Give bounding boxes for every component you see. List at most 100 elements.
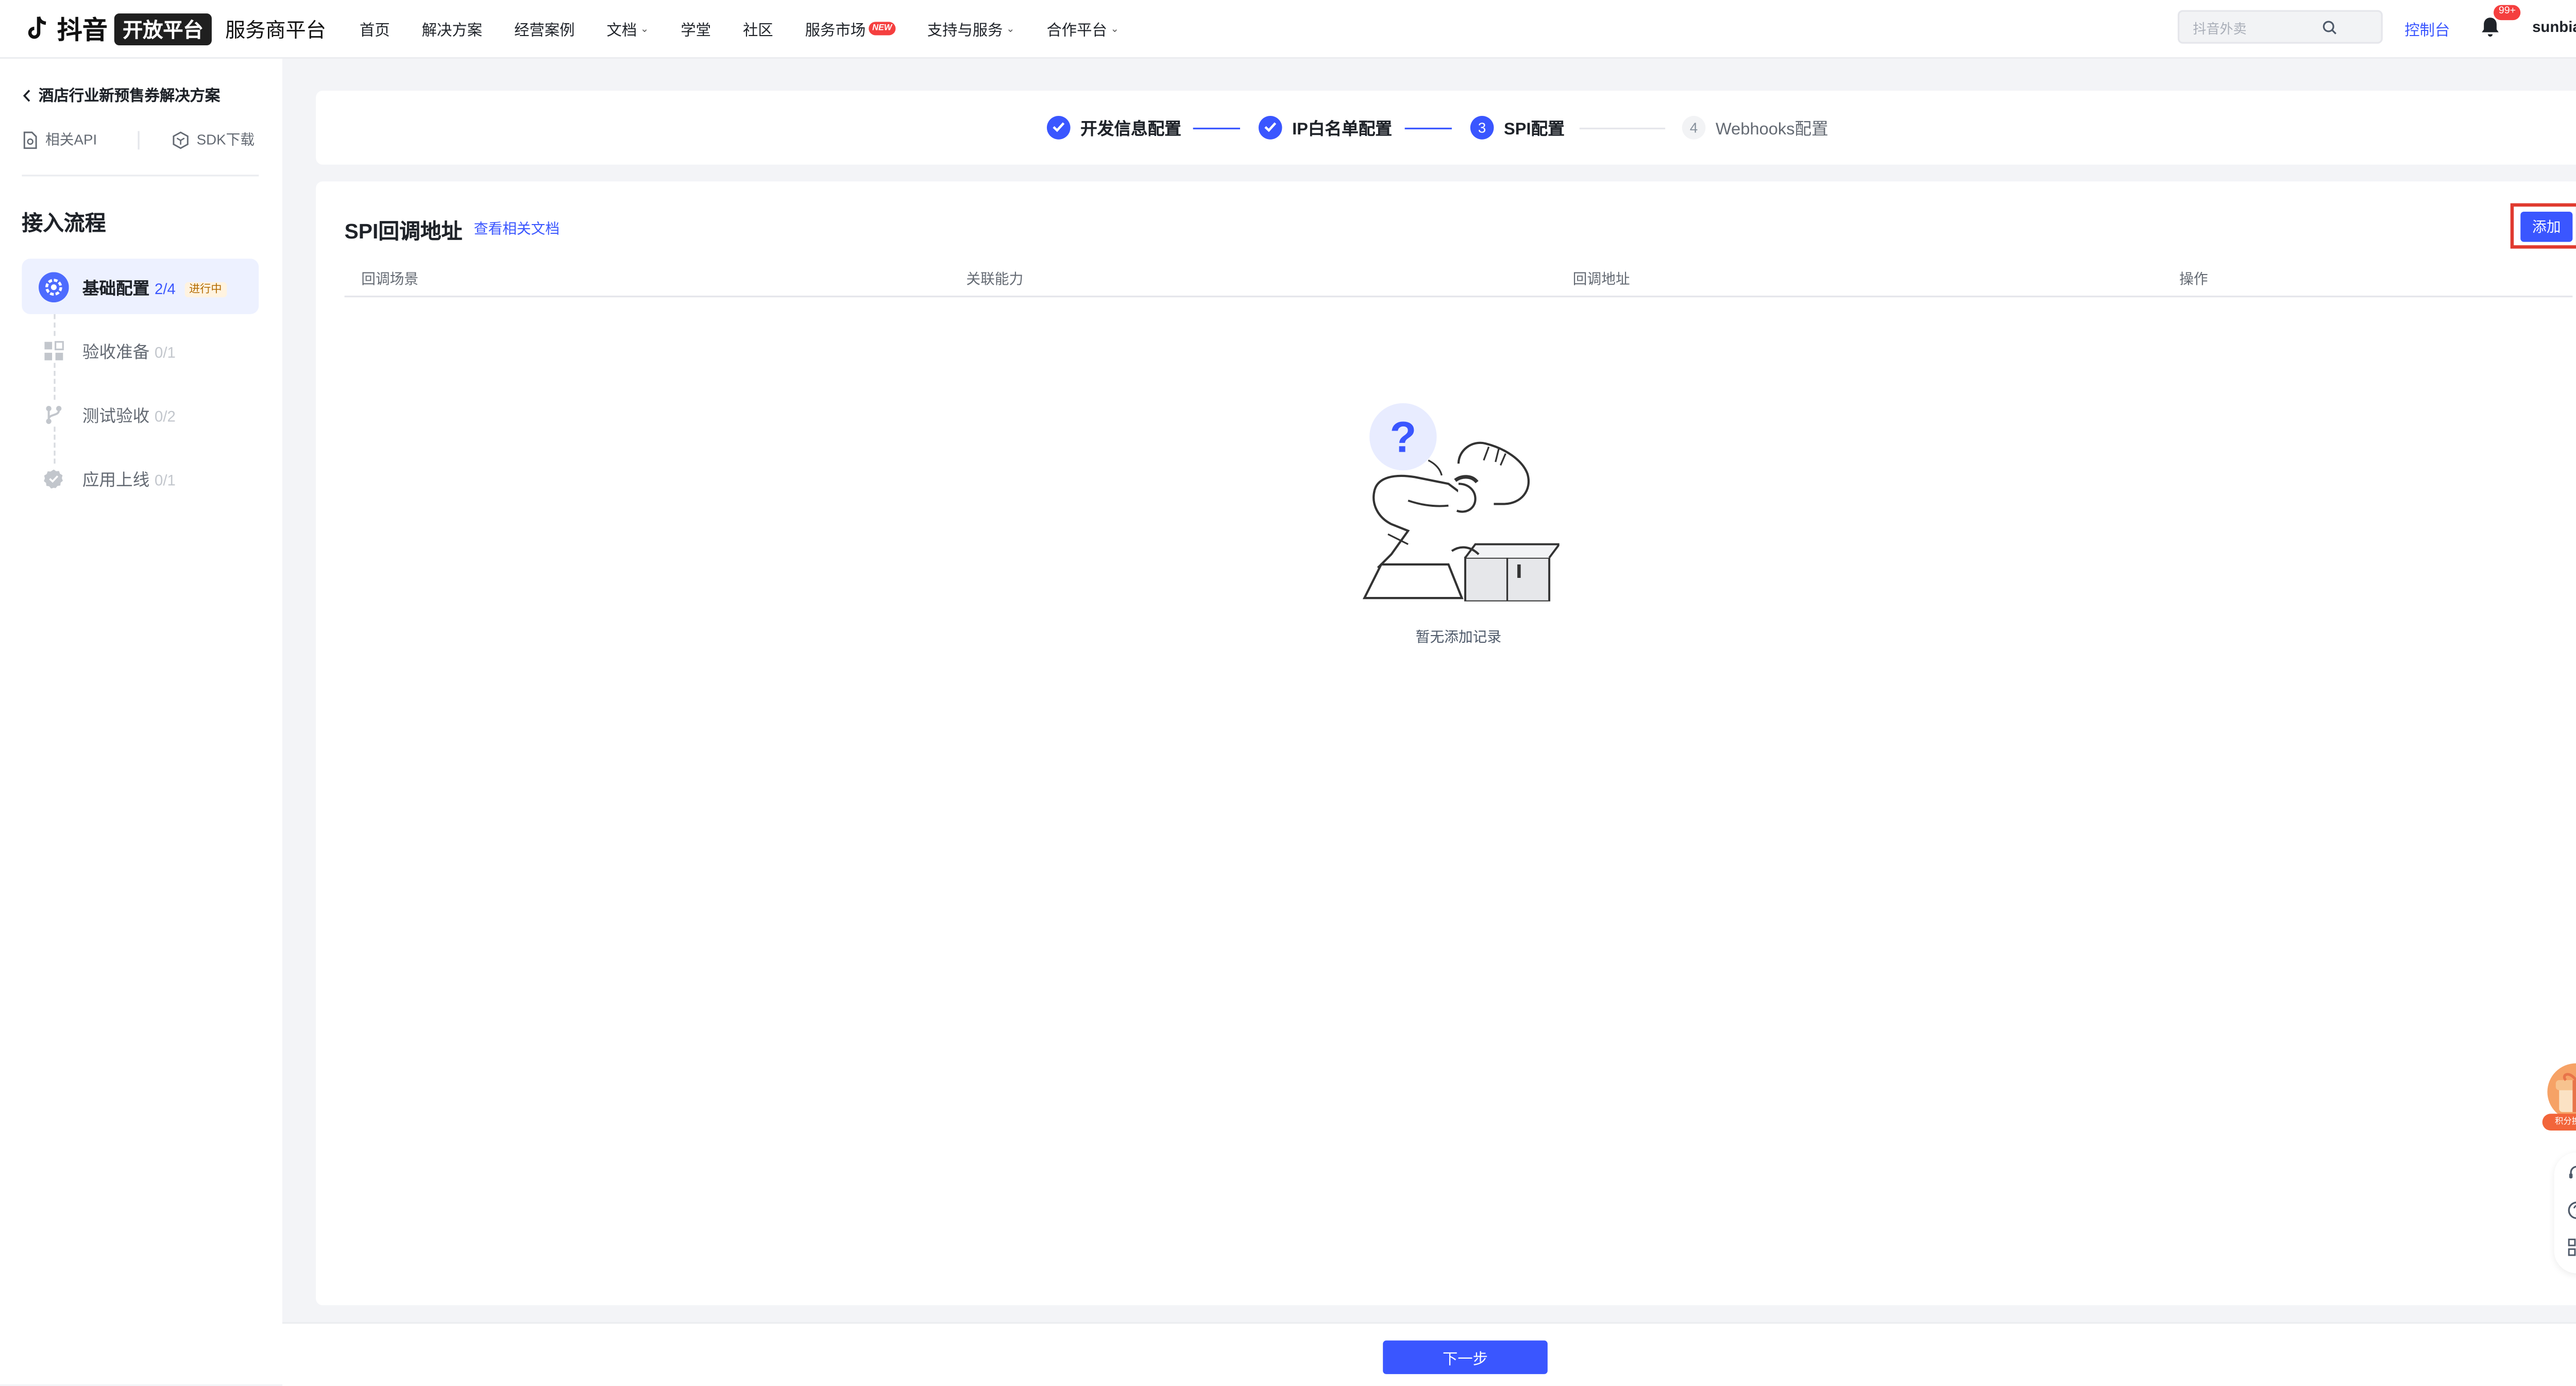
new-badge: NEW <box>869 22 895 35</box>
gift-label[interactable]: 积分换礼品 <box>2543 1114 2576 1131</box>
cube-icon <box>172 130 190 149</box>
divider <box>22 175 259 176</box>
nav-item-home[interactable]: 首页 <box>360 18 390 39</box>
logo-text: 抖音 <box>57 11 108 46</box>
flow-step-name: 基础配置 <box>82 281 149 299</box>
nav-item-solutions[interactable]: 解决方案 <box>422 18 482 39</box>
column-header: 回调地址 <box>1573 269 1630 289</box>
flow-step-count: 2/4 <box>155 281 176 298</box>
help-icon[interactable] <box>2568 1201 2576 1220</box>
flow-step-name: 测试验收 <box>82 408 149 427</box>
nav-label: 支持与服务 <box>927 18 1003 39</box>
wizard-step-spi[interactable]: 3 SPI配置 <box>1470 114 1565 140</box>
user-menu[interactable]: sunbian1... <box>2532 19 2576 36</box>
nav-item-academy[interactable]: 学堂 <box>681 18 711 39</box>
nav-label: 文档 <box>607 18 637 39</box>
add-button[interactable]: 添加 <box>2520 212 2572 242</box>
flow-step-count: 0/1 <box>155 345 176 362</box>
douyin-logo-icon <box>27 15 50 42</box>
check-icon <box>1047 115 1071 139</box>
wizard-step-ip-whitelist[interactable]: IP白名单配置 <box>1259 114 1392 140</box>
empty-state-illustration: ? <box>1358 397 1559 602</box>
grid-icon <box>39 335 69 366</box>
wizard-connector <box>1405 128 1452 129</box>
wizard-step-dev-info[interactable]: 开发信息配置 <box>1047 114 1181 140</box>
flow-step-label: 基础配置2/4进行中 <box>82 274 227 299</box>
footer-bar: 下一步 <box>282 1322 2576 1386</box>
flow-step-label: 验收准备 0/1 <box>82 338 176 363</box>
app-root: 抖音 开放平台 服务商平台 首页 解决方案 经营案例 文档⌄ 学堂 社区 服务市… <box>0 0 2576 1384</box>
flow-step-acceptance-prep[interactable]: 验收准备 0/1 <box>22 322 259 378</box>
wizard-step-label: Webhooks配置 <box>1716 114 1828 140</box>
flow-step-count: 0/1 <box>155 472 176 489</box>
flow-step-count: 0/2 <box>155 408 176 425</box>
flow-step-go-live[interactable]: 应用上线 0/1 <box>22 450 259 506</box>
wizard-connector <box>1193 128 1240 129</box>
next-step-button[interactable]: 下一步 <box>1383 1341 1548 1374</box>
floating-toolbar <box>2554 1152 2576 1273</box>
step-number: 4 <box>1682 115 1706 139</box>
column-header: 关联能力 <box>966 269 1023 289</box>
nav-item-partners[interactable]: 合作平台⌄ <box>1046 18 1118 39</box>
sdk-download-link[interactable]: SDK下载 <box>172 129 255 149</box>
chevron-down-icon: ⌄ <box>640 23 649 35</box>
wizard-step-label: 开发信息配置 <box>1080 114 1181 140</box>
search-icon[interactable] <box>2322 20 2337 35</box>
nav-item-market[interactable]: 服务市场NEW <box>805 18 895 39</box>
logo-badge: 开放平台 <box>114 12 212 44</box>
column-header: 回调场景 <box>361 269 418 289</box>
back-link[interactable]: 酒店行业新预售券解决方案 <box>22 84 220 106</box>
gear-icon <box>39 271 69 302</box>
spi-callback-panel: SPI回调地址 查看相关文档 添加 回调场景 关联能力 回调地址 操作 ? <box>316 181 2576 1305</box>
related-api-link[interactable]: 相关API <box>22 129 97 149</box>
check-icon <box>1259 115 1282 139</box>
related-api-label: 相关API <box>45 129 97 149</box>
svg-text:?: ? <box>1389 412 1416 461</box>
notification-badge: 99+ <box>2494 5 2521 20</box>
main-nav: 首页 解决方案 经营案例 文档⌄ 学堂 社区 服务市场NEW 支持与服务⌄ 合作… <box>360 0 1151 57</box>
nav-label: 服务市场 <box>805 18 866 39</box>
nav-label: 合作平台 <box>1046 18 1107 39</box>
nav-item-docs[interactable]: 文档⌄ <box>607 18 649 39</box>
divider <box>138 131 139 149</box>
headset-icon[interactable] <box>2568 1164 2576 1183</box>
search-input[interactable] <box>2190 17 2339 41</box>
flow-step-testing[interactable]: 测试验收 0/2 <box>22 386 259 442</box>
flow-step-name: 验收准备 <box>82 345 149 363</box>
sidebar: 酒店行业新预售券解决方案 相关API SDK下载 接入流程 <box>0 59 282 1384</box>
wizard-step-webhooks[interactable]: 4 Webhooks配置 <box>1682 114 1828 140</box>
nav-item-cases[interactable]: 经营案例 <box>514 18 574 39</box>
back-label: 酒店行业新预售券解决方案 <box>39 84 220 106</box>
chevron-down-icon: ⌄ <box>1006 23 1014 35</box>
flow-step-name: 应用上线 <box>82 472 149 490</box>
column-header: 操作 <box>2179 269 2208 289</box>
wizard-connector <box>1580 128 1665 129</box>
wizard-stepper: 开发信息配置 IP白名单配置 3 SPI配置 4 Webhooks配置 <box>316 91 2576 165</box>
table-header: 回调场景 关联能力 回调地址 操作 <box>345 262 2573 297</box>
flow-step-label: 测试验收 0/2 <box>82 401 176 426</box>
panel-title: SPI回调地址 <box>345 213 463 245</box>
nav-label: 解决方案 <box>422 18 482 39</box>
branch-icon <box>39 399 69 430</box>
view-docs-link[interactable]: 查看相关文档 <box>474 218 560 238</box>
nav-item-support[interactable]: 支持与服务⌄ <box>927 18 1015 39</box>
sidebar-links: 相关API SDK下载 <box>22 129 259 153</box>
top-navigation-bar: 抖音 开放平台 服务商平台 首页 解决方案 经营案例 文档⌄ 学堂 社区 服务市… <box>0 0 2576 59</box>
verified-badge-icon <box>39 463 69 493</box>
nav-label: 学堂 <box>681 18 711 39</box>
chevron-down-icon: ⌄ <box>1110 23 1118 35</box>
sdk-download-label: SDK下载 <box>197 129 255 149</box>
platform-logo[interactable]: 抖音 开放平台 服务商平台 <box>27 13 326 44</box>
flow-step-basic-config[interactable]: 基础配置2/4进行中 <box>22 259 259 314</box>
flow-step-label: 应用上线 0/1 <box>82 465 176 490</box>
nav-label: 经营案例 <box>514 18 574 39</box>
nav-label: 社区 <box>743 18 773 39</box>
step-number: 3 <box>1470 115 1494 139</box>
empty-state-text: 暂无添加记录 <box>1324 627 1593 647</box>
qr-code-icon[interactable] <box>2568 1238 2576 1257</box>
document-icon <box>22 130 39 149</box>
nav-item-community[interactable]: 社区 <box>743 18 773 39</box>
search-box <box>2178 10 2383 44</box>
flow-title: 接入流程 <box>22 205 106 237</box>
console-link[interactable]: 控制台 <box>2404 19 2450 40</box>
